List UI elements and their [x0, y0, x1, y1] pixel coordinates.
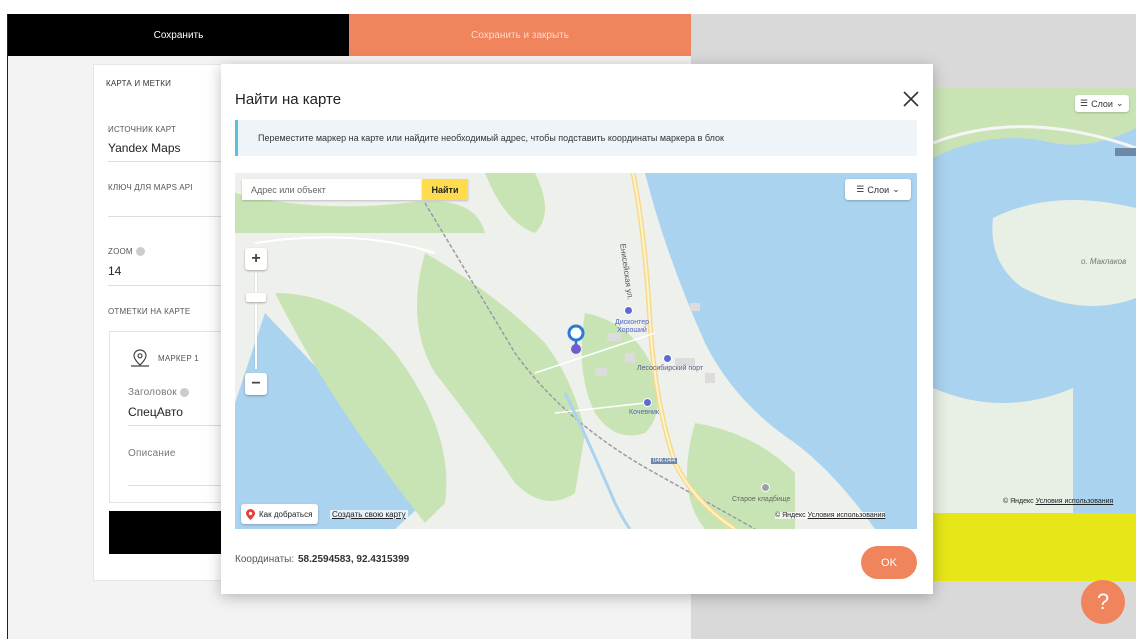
help-hint-icon[interactable] — [135, 247, 145, 257]
map-source-label: ИСТОЧНИК КАРТ — [108, 125, 177, 134]
poi-label-nomad: Кочевник — [629, 409, 659, 416]
coordinates-value: 58.2594583, 92.4315399 — [298, 554, 410, 565]
find-button[interactable]: Найти — [422, 179, 468, 200]
help-button[interactable]: ? — [1081, 580, 1125, 624]
pin-icon — [246, 508, 255, 520]
cafe-poi-icon[interactable] — [643, 398, 652, 407]
place-label: о. Маклаков — [1081, 257, 1127, 266]
copyright-text: © Яндекс — [1003, 498, 1034, 505]
help-hint-icon[interactable] — [179, 387, 189, 397]
cemetery-poi-icon[interactable] — [761, 483, 770, 492]
yellow-block — [933, 513, 1136, 581]
api-key-label: КЛЮЧ ДЛЯ MAPS API — [108, 183, 193, 192]
layers-button[interactable]: ☰ Слои ⌄ — [845, 179, 911, 200]
zoom-in-button[interactable]: + — [245, 248, 267, 270]
terms-link[interactable]: Условия использования — [1036, 498, 1114, 505]
preview-layers-button[interactable]: ☰ Слои ⌄ — [1075, 95, 1129, 112]
heading-label: Заголовок — [128, 387, 189, 398]
layers-label: Слои — [1091, 98, 1113, 109]
terms-link[interactable]: Условия использования — [808, 512, 886, 519]
directions-button[interactable]: Как добраться — [241, 504, 319, 524]
zoom-slider-track[interactable] — [255, 273, 257, 369]
ok-button[interactable]: OK — [861, 546, 917, 579]
coordinates-label: Координаты: — [235, 554, 295, 565]
app-root: Сохранить Сохранить и закрыть КАРТА И МЕ… — [0, 0, 1136, 639]
chevron-down-icon: ⌄ — [892, 184, 900, 194]
save-and-close-button[interactable]: Сохранить и закрыть — [349, 14, 691, 56]
zoom-label-text: ZOOM — [108, 247, 133, 256]
find-on-map-dialog: Найти на карте Переместите маркер на кар… — [221, 64, 933, 594]
map-pin-icon — [131, 349, 149, 367]
markers-label: ОТМЕТКИ НА КАРТЕ — [108, 307, 191, 316]
layers-icon: ☰ — [1080, 98, 1089, 108]
save-button[interactable]: Сохранить — [8, 14, 349, 56]
shop-poi-icon[interactable] — [624, 306, 633, 315]
copyright-text: © Яндекс — [775, 512, 806, 519]
map-canvas[interactable]: Найти ☰Слои⌄ + − Енисейская ул. Дисконте… — [235, 173, 917, 529]
preview-map[interactable]: о. Маклаков — [933, 88, 1136, 513]
directions-label: Как добраться — [259, 509, 313, 519]
map-source-select[interactable]: Yandex Maps — [108, 141, 181, 155]
port-poi-icon[interactable] — [663, 354, 672, 363]
layers-icon: ☰ — [856, 184, 865, 194]
poi-label-discounter: Дисконтер Хороший — [615, 319, 649, 334]
description-label: Описание — [128, 448, 176, 459]
zoom-out-button[interactable]: − — [245, 373, 267, 395]
question-icon: ? — [1096, 589, 1110, 614]
heading-label-text: Заголовок — [128, 387, 177, 398]
preview-copyright: © Яндекс Условия использования — [1003, 498, 1113, 505]
heading-field[interactable]: СпецАвто — [128, 405, 183, 419]
info-message: Переместите маркер на карте или найдите … — [235, 120, 917, 156]
dialog-title: Найти на карте — [235, 91, 342, 108]
create-map-link[interactable]: Создать свою карту — [330, 510, 408, 519]
poi-label-port: Лесосибирский порт — [636, 365, 704, 372]
zoom-field[interactable]: 14 — [108, 264, 121, 278]
address-search-input[interactable] — [242, 179, 422, 200]
map-marker-icon[interactable] — [566, 323, 586, 357]
map-copyright: © Яндекс Условия использования — [775, 512, 886, 519]
zoom-slider-handle[interactable] — [246, 293, 266, 302]
close-icon[interactable] — [901, 89, 921, 109]
layers-label: Слои — [867, 184, 890, 195]
road-number-label: 04К-044 — [651, 458, 678, 464]
section-title: КАРТА И МЕТКИ — [106, 79, 172, 88]
marker-title: МАРКЕР 1 — [158, 354, 199, 363]
poi-label-cemetery: Старое кладбище — [732, 496, 791, 503]
zoom-label: ZOOM — [108, 247, 145, 257]
chevron-down-icon: ⌄ — [1115, 98, 1124, 108]
